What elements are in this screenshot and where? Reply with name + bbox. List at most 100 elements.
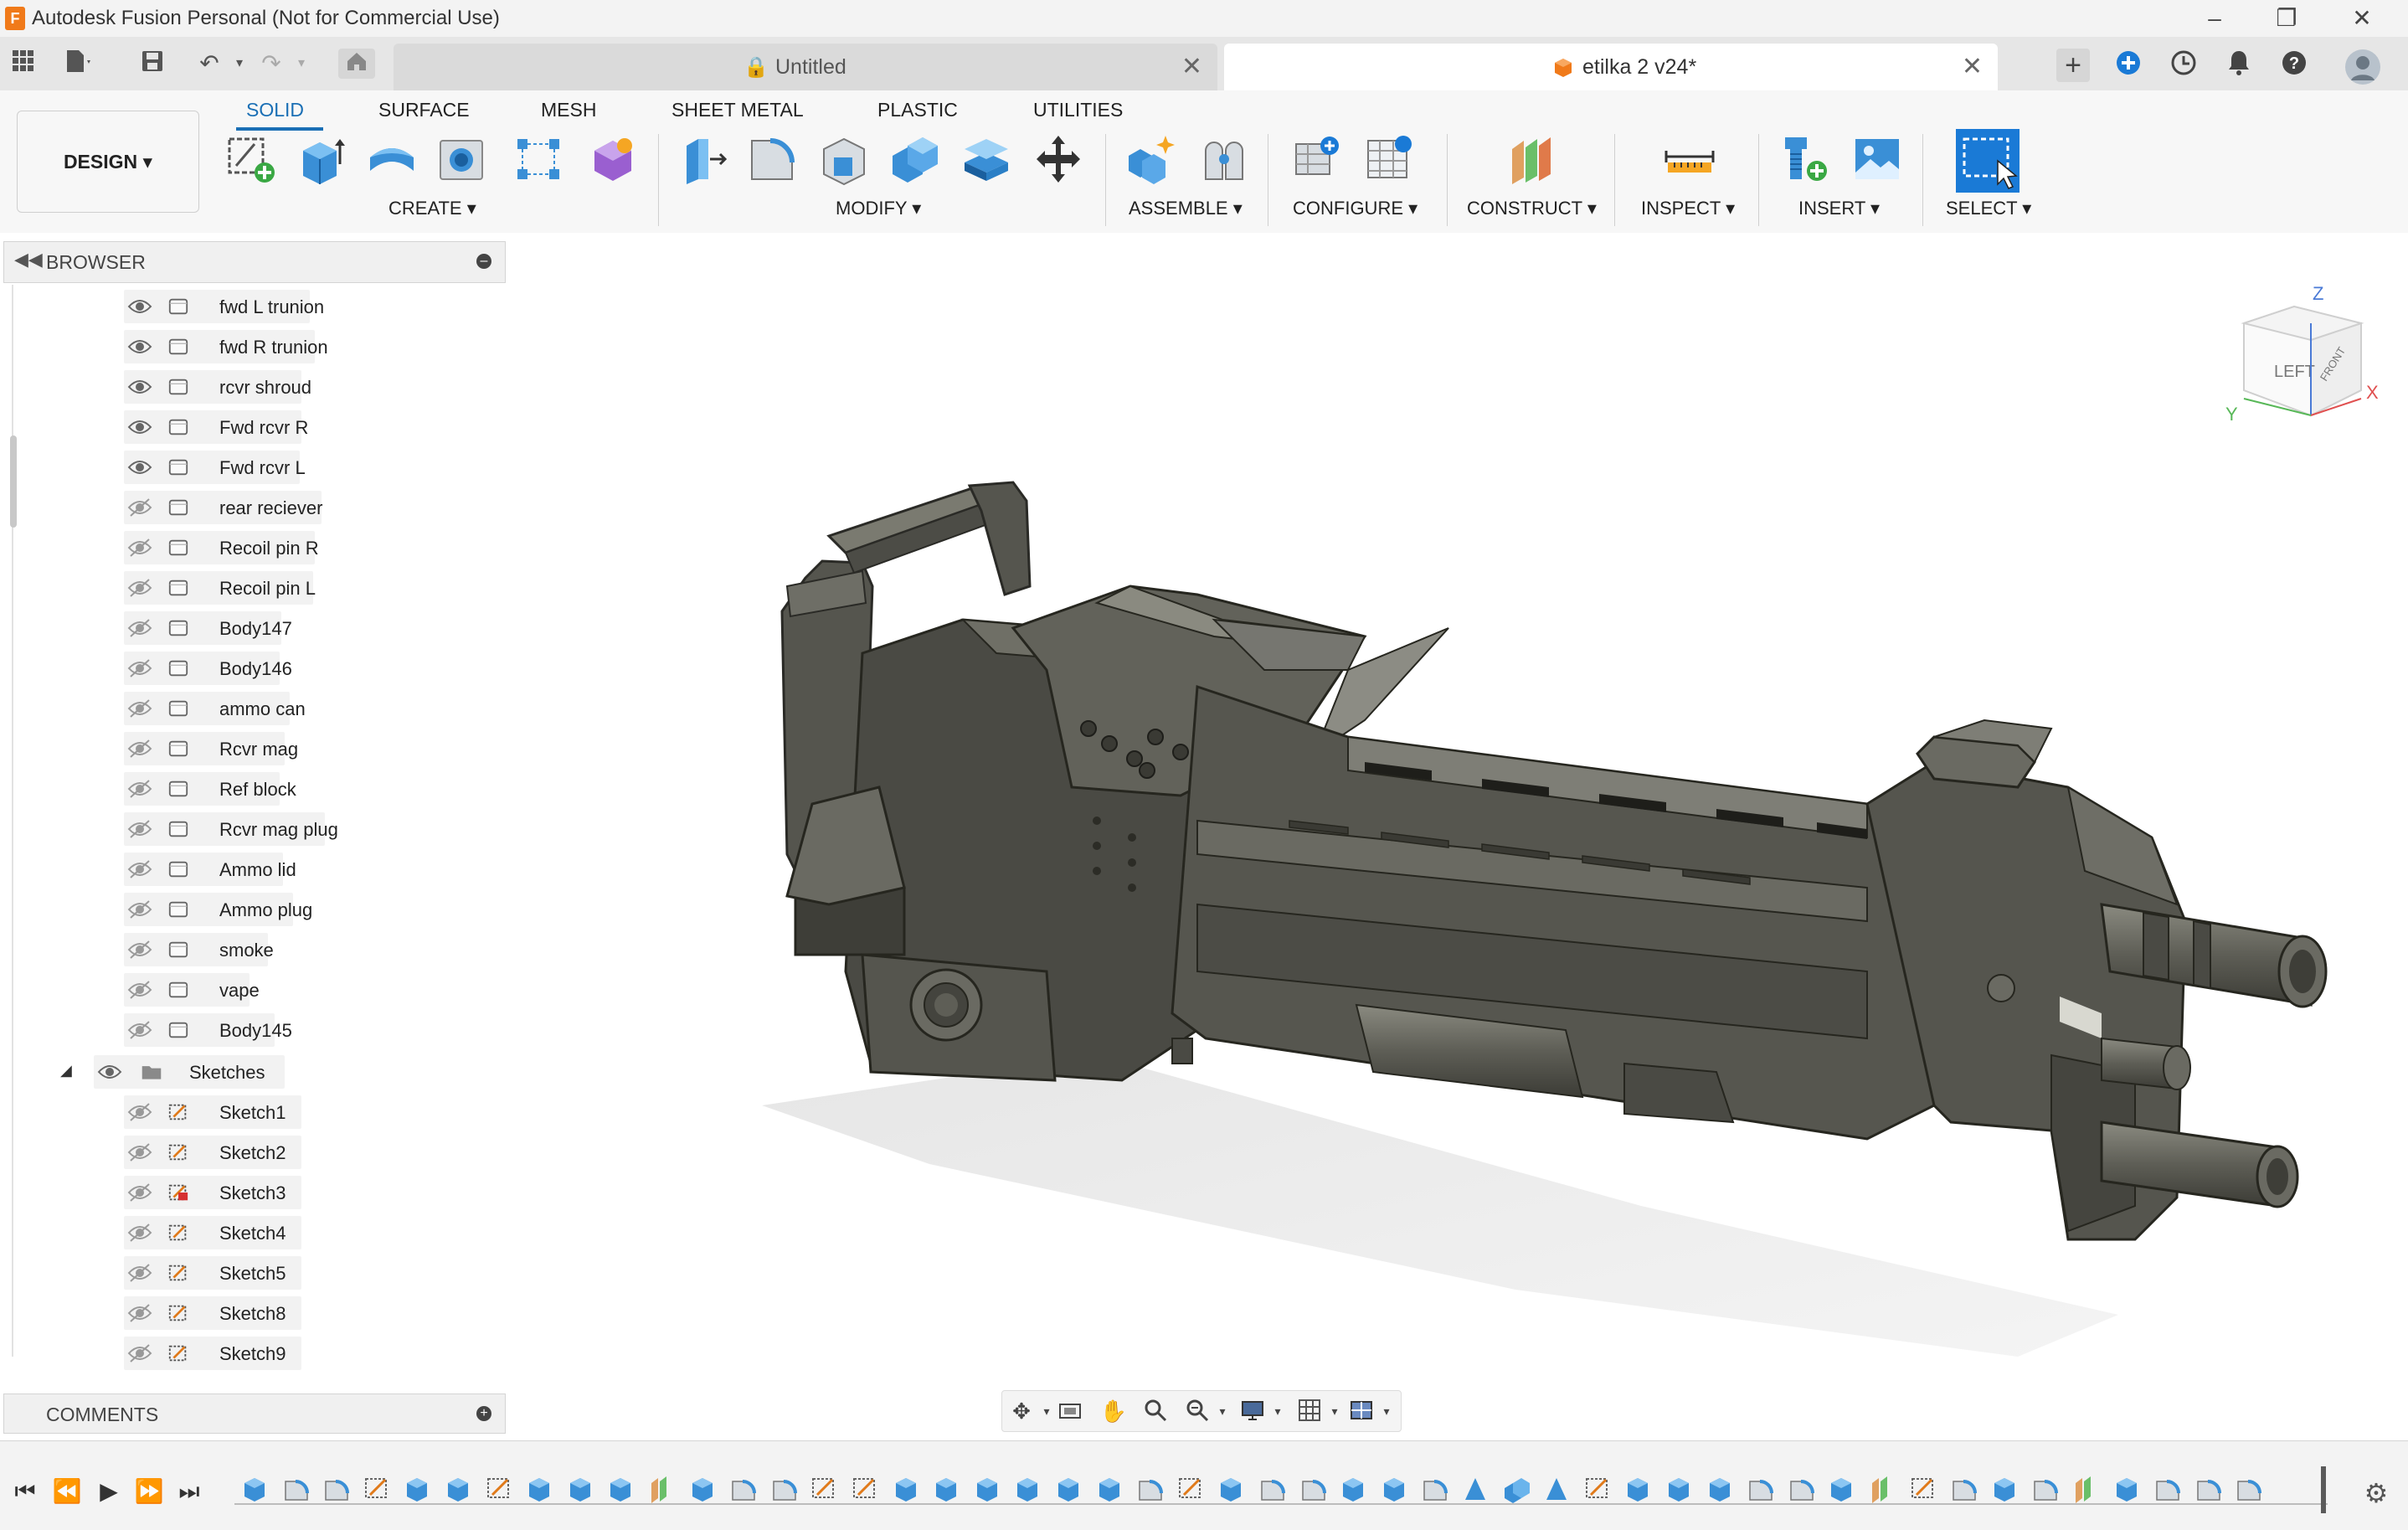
timeline-extrude-icon[interactable]: [1055, 1475, 1083, 1503]
timeline-extrude-icon[interactable]: [1014, 1475, 1042, 1503]
configure-icon[interactable]: [1291, 132, 1345, 186]
timeline-fillet-icon[interactable]: [2153, 1475, 2182, 1503]
eye-hidden-icon[interactable]: [127, 859, 152, 879]
timeline-fillet-icon[interactable]: [2235, 1475, 2263, 1503]
browser-sketch-row[interactable]: Sketch3: [124, 1176, 301, 1209]
eye-hidden-icon[interactable]: [127, 698, 152, 719]
redo-icon[interactable]: ↷: [256, 49, 286, 79]
create-sketch-icon[interactable]: [224, 132, 278, 186]
modify-group-label[interactable]: MODIFY ▾: [836, 198, 921, 219]
timeline-extrude-icon[interactable]: [526, 1475, 554, 1503]
timeline-extrude-icon[interactable]: [1706, 1475, 1735, 1503]
sketches-folder[interactable]: Sketches: [94, 1055, 285, 1089]
viewcube-left-label[interactable]: LEFT: [2274, 363, 2315, 381]
browser-sketch-row[interactable]: Sketch2: [124, 1136, 301, 1169]
look-at-icon[interactable]: [1056, 1398, 1084, 1424]
eye-hidden-icon[interactable]: [127, 1182, 152, 1203]
eye-visible-icon[interactable]: [127, 377, 152, 397]
viewports-icon[interactable]: [1347, 1398, 1376, 1424]
browser-minimize-icon[interactable]: –: [476, 254, 491, 269]
sketches-expand-arrow-icon[interactable]: ◢: [60, 1062, 72, 1079]
browser-sketch-row[interactable]: Sketch5: [124, 1256, 301, 1290]
timeline-combine-icon[interactable]: [1503, 1475, 1531, 1503]
display-settings-icon[interactable]: [1238, 1398, 1267, 1424]
select-icon[interactable]: [1954, 127, 2021, 194]
tab-close-icon[interactable]: ✕: [1962, 52, 1983, 81]
close-window-button[interactable]: ✕: [2333, 2, 2391, 35]
pattern-icon[interactable]: [512, 132, 566, 186]
user-avatar[interactable]: [2344, 49, 2380, 85]
timeline-extrude-icon[interactable]: [445, 1475, 473, 1503]
eye-hidden-icon[interactable]: [127, 739, 152, 759]
move-copy-icon[interactable]: [1032, 132, 1085, 186]
extensions-icon[interactable]: [2112, 49, 2145, 82]
eye-hidden-icon[interactable]: [127, 1102, 152, 1122]
browser-body-row[interactable]: Recoil pin R: [124, 531, 319, 564]
grid-dropdown-icon[interactable]: ▾: [1320, 1398, 1349, 1424]
browser-body-row[interactable]: smoke: [124, 933, 274, 966]
browser-body-row[interactable]: rear reciever: [124, 491, 322, 524]
viewports-dropdown-icon[interactable]: ▾: [1372, 1398, 1401, 1424]
orbit-icon[interactable]: ✥: [1007, 1398, 1036, 1424]
grid-settings-icon[interactable]: [1295, 1398, 1324, 1424]
eye-hidden-icon[interactable]: [127, 1263, 152, 1283]
timeline-settings-gear-icon[interactable]: ⚙: [2359, 1476, 2393, 1510]
timeline-extrude-icon[interactable]: [2113, 1475, 2142, 1503]
timeline-draft-icon[interactable]: [1543, 1475, 1572, 1503]
add-comment-icon[interactable]: +: [476, 1406, 491, 1421]
tab-close-icon[interactable]: ✕: [1181, 52, 1202, 81]
timeline-extrude-icon[interactable]: [1828, 1475, 1856, 1503]
timeline-extrude-icon[interactable]: [893, 1475, 921, 1503]
timeline-sketch-icon[interactable]: [486, 1475, 514, 1503]
timeline-extrude-icon[interactable]: [1340, 1475, 1368, 1503]
data-panel-grid-icon[interactable]: [8, 49, 39, 79]
timeline-fillet-icon[interactable]: [1421, 1475, 1449, 1503]
job-status-clock-icon[interactable]: [2167, 49, 2200, 82]
browser-sketch-row[interactable]: Sketch4: [124, 1216, 301, 1249]
timeline-fillet-icon[interactable]: [770, 1475, 799, 1503]
eye-visible-icon[interactable]: [127, 417, 152, 437]
create-form-icon[interactable]: [586, 132, 640, 186]
timeline-fillet-icon[interactable]: [2194, 1475, 2223, 1503]
timeline-extrude-icon[interactable]: [974, 1475, 1002, 1503]
joint-icon[interactable]: [1197, 132, 1251, 186]
insert-group-label[interactable]: INSERT ▾: [1798, 198, 1880, 219]
undo-dropdown-icon[interactable]: ▾: [224, 49, 255, 79]
browser-body-row[interactable]: vape: [124, 973, 260, 1007]
assemble-group-label[interactable]: ASSEMBLE ▾: [1129, 198, 1243, 219]
timeline-plane-icon[interactable]: [2072, 1475, 2101, 1503]
browser-sketch-row[interactable]: Sketch8: [124, 1296, 301, 1330]
browser-body-row[interactable]: Fwd rcvr L: [124, 451, 306, 484]
save-icon[interactable]: [137, 49, 167, 79]
hole-icon[interactable]: [435, 132, 489, 186]
timeline-fillet-icon[interactable]: [729, 1475, 758, 1503]
view-cube[interactable]: LEFT FRONT Z X Y: [2219, 273, 2386, 440]
help-icon[interactable]: ?: [2277, 49, 2311, 82]
timeline-fillet-icon[interactable]: [1950, 1475, 1978, 1503]
minimize-button[interactable]: –: [2185, 2, 2244, 35]
undo-icon[interactable]: ↶: [194, 49, 224, 79]
tab-plastic[interactable]: PLASTIC: [877, 99, 958, 121]
browser-body-row[interactable]: Rcvr mag plug: [124, 812, 338, 846]
timeline-fillet-icon[interactable]: [1258, 1475, 1287, 1503]
collapse-panel-icon[interactable]: ◀◀: [14, 249, 43, 270]
timeline-first-icon[interactable]: ⏮: [10, 1476, 40, 1507]
create-group-label[interactable]: CREATE ▾: [388, 198, 476, 219]
eye-hidden-icon[interactable]: [127, 497, 152, 518]
configuration-table-icon[interactable]: [1363, 132, 1417, 186]
workspace-design-button[interactable]: DESIGN ▾: [17, 111, 199, 213]
timeline-extrude-icon[interactable]: [1665, 1475, 1694, 1503]
timeline-next-icon[interactable]: ⏩: [134, 1476, 164, 1507]
zoom-dropdown-icon[interactable]: ▾: [1208, 1398, 1237, 1424]
eye-hidden-icon[interactable]: [127, 1303, 152, 1323]
timeline-plane-icon[interactable]: [648, 1475, 677, 1503]
tab-untitled[interactable]: 🔒 Untitled ✕: [394, 44, 1217, 90]
timeline-fillet-icon[interactable]: [1299, 1475, 1328, 1503]
browser-scrollbar-thumb[interactable]: [10, 435, 17, 528]
browser-body-row[interactable]: Rcvr mag: [124, 732, 298, 765]
eye-hidden-icon[interactable]: [127, 658, 152, 678]
eye-hidden-icon[interactable]: [127, 899, 152, 920]
file-menu-icon[interactable]: [64, 49, 94, 79]
combine-icon[interactable]: [888, 132, 941, 186]
timeline-fillet-icon[interactable]: [1747, 1475, 1775, 1503]
